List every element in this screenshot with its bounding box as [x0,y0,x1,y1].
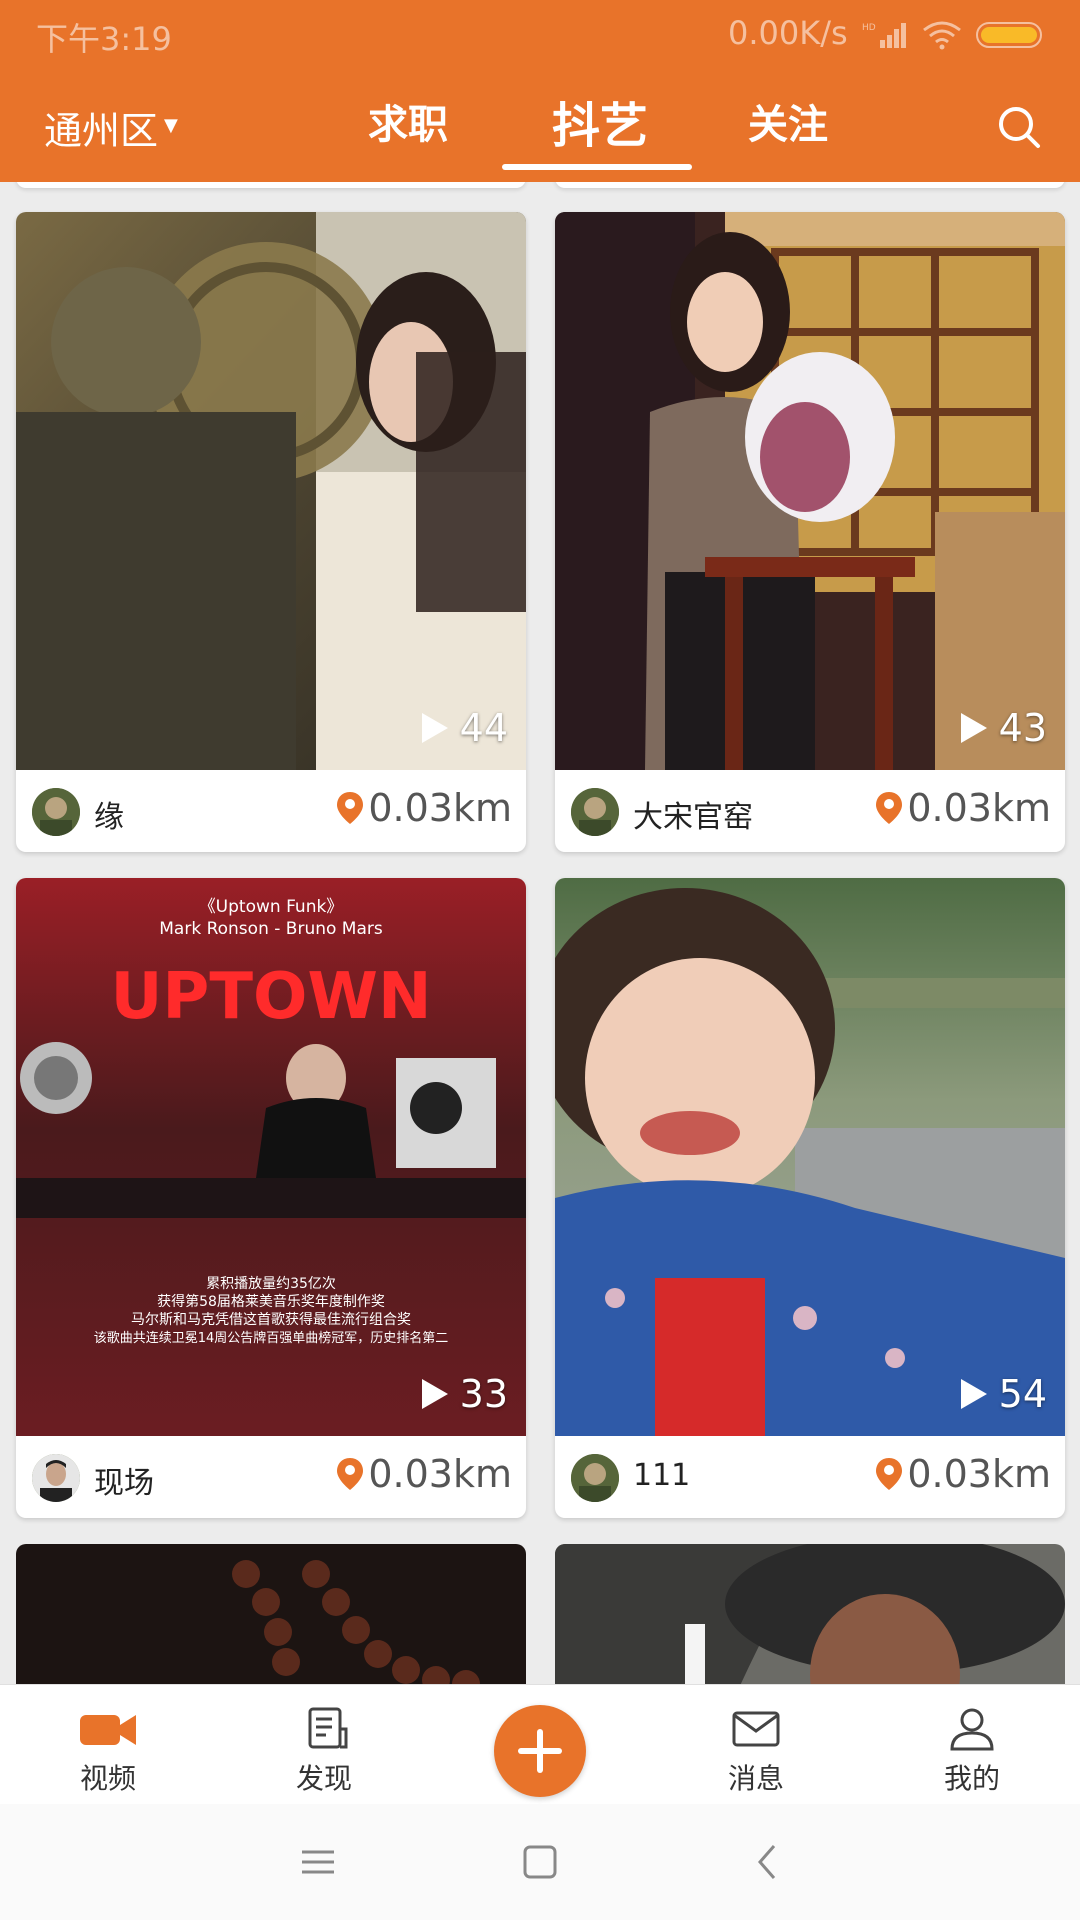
status-time: 下午3:19 [36,20,172,58]
play-count: 43 [960,706,1047,750]
card-footer: 111 0.03km [555,1436,1065,1518]
status-bar: 下午3:19 0.00K/s HD [0,0,1080,70]
distance: 0.03km [336,1452,512,1496]
play-count-value: 54 [998,1372,1047,1416]
nav-label: 我的 [943,1762,1000,1795]
distance-value: 0.03km [907,1452,1051,1496]
mail-icon [732,1711,780,1747]
video-card[interactable] [16,1544,526,1684]
system-navigation-bar [0,1804,1080,1920]
network-badge: HD [862,23,876,33]
card-footer: 大宋官窑 0.03km [555,770,1065,852]
play-count: 54 [960,1372,1047,1416]
distance-value: 0.03km [907,786,1051,830]
bottom-navigation: 视频 发现 消息 我的 [0,1684,1080,1804]
video-thumbnail[interactable]: 《Uptown Funk》 Mark Ronson - Bruno Mars U… [16,878,526,1436]
location-pin-icon [876,792,903,824]
previous-card-edge [16,182,526,188]
location-pin-icon [337,792,364,824]
avatar[interactable] [571,788,619,836]
play-count-value: 33 [459,1372,508,1416]
video-thumbnail[interactable] [555,1544,1065,1684]
video-thumbnail[interactable]: 54 [555,878,1065,1436]
username[interactable]: 大宋官窑 [633,792,753,836]
play-icon [960,713,987,743]
uptown-sign: UPTOWN [110,960,431,1034]
distance-value: 0.03km [368,786,512,830]
video-caption-line: 马尔斯和马克凭借这首歌获得最佳流行组合奖 [131,1311,411,1328]
nav-label: 发现 [295,1762,352,1795]
username[interactable]: 现场 [94,1458,154,1502]
video-thumbnail[interactable] [16,1544,526,1684]
video-card[interactable]: 《Uptown Funk》 Mark Ronson - Bruno Mars U… [16,878,526,1518]
video-feed[interactable]: 44 缘 0.03km 43 大宋官窑 0.03km 《Uptown Funk》… [0,182,1080,1684]
search-icon[interactable] [996,104,1042,150]
tab-jobs[interactable]: 求职 [360,92,456,150]
video-thumbnail[interactable]: 44 [16,212,526,770]
nav-label: 视频 [79,1762,136,1795]
nav-item-profile[interactable]: 我的 [892,1685,1052,1805]
avatar[interactable] [571,1454,619,1502]
document-icon [308,1707,348,1749]
username[interactable]: 缘 [94,792,124,836]
video-title-text: 《Uptown Funk》 [199,897,344,917]
video-artists-text: Mark Ronson - Bruno Mars [159,919,383,939]
play-count: 44 [421,706,508,750]
back-icon[interactable] [748,1842,788,1882]
location-selector[interactable]: 通州区 ▼ [44,100,178,155]
nav-item-video[interactable]: 视频 [28,1685,188,1805]
video-thumbnail[interactable]: 43 [555,212,1065,770]
app-header: 下午3:19 0.00K/s HD 通州区 ▼ 求职 抖艺 关注 [0,0,1080,182]
location-pin-icon [337,1458,364,1490]
tab-follow[interactable]: 关注 [740,92,836,150]
battery-icon [976,22,1042,48]
video-caption-line: 累积播放量约35亿次 [206,1276,336,1292]
menu-icon[interactable] [298,1842,338,1882]
distance: 0.03km [875,1452,1051,1496]
video-card[interactable]: 43 大宋官窑 0.03km [555,212,1065,852]
card-footer: 缘 0.03km [16,770,526,852]
tab-douyi[interactable]: 抖艺 [530,86,670,156]
nav-item-discover[interactable]: 发现 [244,1685,404,1805]
play-icon [421,1379,448,1409]
distance-value: 0.03km [368,1452,512,1496]
play-icon [960,1379,987,1409]
distance: 0.03km [875,786,1051,830]
network-speed: 0.00K/s [728,14,848,52]
video-card[interactable]: 54 111 0.03km [555,878,1065,1518]
avatar[interactable] [32,788,80,836]
distance: 0.03km [336,786,512,830]
video-caption-line: 该歌曲共连续卫冕14周公告牌百强单曲榜冠军，历史排名第二 [94,1330,449,1346]
play-count-value: 43 [998,706,1047,750]
add-video-button[interactable] [494,1705,586,1797]
play-count-value: 44 [459,706,508,750]
video-card[interactable]: 44 缘 0.03km [16,212,526,852]
username[interactable]: 111 [633,1458,690,1493]
nav-item-messages[interactable]: 消息 [676,1685,836,1805]
play-count: 33 [421,1372,508,1416]
nav-label: 消息 [727,1762,784,1795]
video-card[interactable] [555,1544,1065,1684]
user-icon [950,1708,994,1751]
active-tab-indicator [502,164,692,170]
previous-card-edge [555,182,1065,188]
wifi-icon [923,21,961,50]
avatar[interactable] [32,1454,80,1502]
video-camera-icon [80,1715,136,1745]
dropdown-arrow-icon: ▼ [164,115,178,136]
card-footer: 现场 0.03km [16,1436,526,1518]
home-icon[interactable] [520,1842,560,1882]
signal-icon: HD [862,23,906,48]
video-caption-line: 获得第58届格莱美音乐奖年度制作奖 [157,1293,385,1310]
location-pin-icon [876,1458,903,1490]
play-icon [421,713,448,743]
location-label: 通州区 [44,109,159,153]
